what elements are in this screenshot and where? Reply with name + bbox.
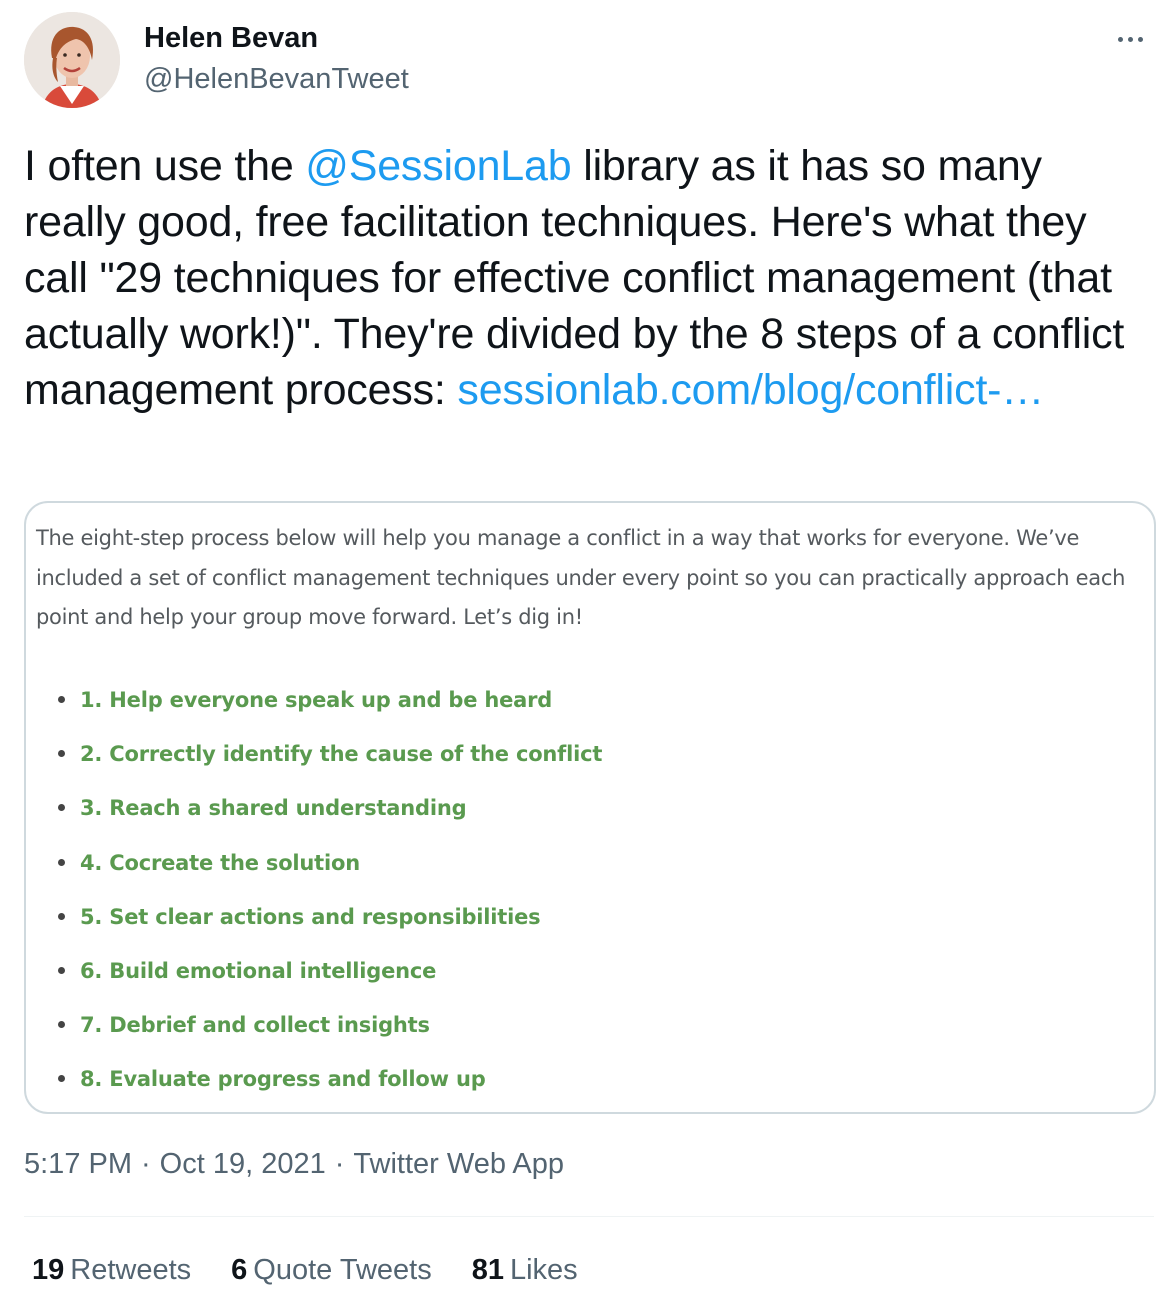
tweet-source[interactable]: Twitter Web App: [353, 1148, 564, 1180]
step-label: 6. Build emotional intelligence: [80, 958, 437, 983]
step-label: 7. Debrief and collect insights: [80, 1013, 430, 1038]
media-image[interactable]: The eight-step process below will help y…: [24, 501, 1156, 1114]
media-steps-list: 1. Help everyone speak up and be heard 2…: [58, 679, 602, 1112]
list-item: 3. Reach a shared understanding: [58, 787, 602, 841]
profile-photo-icon: [24, 12, 120, 108]
quotes-label: Quote Tweets: [253, 1254, 432, 1286]
tweet-text-part: I often use the: [24, 142, 306, 190]
quotes-count: 6: [231, 1254, 248, 1286]
more-icon[interactable]: [1106, 24, 1154, 54]
retweets-count: 19: [32, 1254, 65, 1286]
author-names: Helen Bevan @HelenBevanTweet: [144, 20, 409, 98]
tweet: Helen Bevan @HelenBevanTweet I often use…: [0, 0, 1170, 1310]
bullet-icon: [58, 858, 65, 866]
bullet-icon: [58, 750, 65, 758]
step-label: 4. Cocreate the solution: [80, 850, 360, 875]
list-item: 1. Help everyone speak up and be heard: [58, 679, 602, 733]
more-dot: [1117, 36, 1123, 42]
tweet-time[interactable]: 5:17 PM: [24, 1148, 132, 1180]
url-link[interactable]: sessionlab.com/blog/conflict-…: [457, 366, 1044, 414]
likes-label: Likes: [509, 1254, 578, 1286]
step-label: 2. Correctly identify the cause of the c…: [80, 742, 603, 767]
mention-link[interactable]: @SessionLab: [305, 142, 571, 190]
more-dot: [1127, 36, 1133, 42]
step-label: 3. Reach a shared understanding: [80, 796, 467, 821]
tweet-header: Helen Bevan @HelenBevanTweet: [24, 12, 1154, 108]
step-label: 8. Evaluate progress and follow up: [80, 1067, 486, 1092]
list-item: 4. Cocreate the solution: [58, 842, 602, 896]
bullet-icon: [58, 966, 65, 974]
bullet-icon: [58, 1075, 65, 1083]
step-label: 1. Help everyone speak up and be heard: [80, 688, 553, 712]
list-item: 6. Build emotional intelligence: [58, 950, 602, 1004]
tweet-text: I often use the @SessionLab library as i…: [24, 138, 1149, 418]
media-intro-text: The eight-step process below will help y…: [36, 526, 1126, 629]
bullet-icon: [58, 1021, 65, 1029]
avatar[interactable]: [24, 12, 120, 108]
step-label: 5. Set clear actions and responsibilitie…: [80, 904, 541, 929]
tweet-stats: 19 Retweets 6 Quote Tweets 81 Likes: [32, 1248, 618, 1292]
likes-count: 81: [471, 1254, 504, 1286]
list-item: 5. Set clear actions and responsibilitie…: [58, 896, 602, 950]
tweet-date[interactable]: Oct 19, 2021: [160, 1148, 326, 1180]
author-handle[interactable]: @HelenBevanTweet: [144, 60, 409, 98]
more-dot: [1137, 36, 1143, 42]
divider: [24, 1216, 1154, 1217]
separator: ·: [334, 1148, 345, 1180]
tweet-meta: 5:17 PM · Oct 19, 2021 · Twitter Web App: [24, 1144, 564, 1184]
list-item: 8. Evaluate progress and follow up: [58, 1058, 602, 1112]
likes-stat[interactable]: 81 Likes: [472, 1248, 578, 1292]
separator: ·: [141, 1148, 151, 1180]
bullet-icon: [58, 804, 65, 812]
list-item: 2. Correctly identify the cause of the c…: [58, 733, 602, 787]
retweets-stat[interactable]: 19 Retweets: [32, 1248, 191, 1292]
bullet-icon: [58, 696, 65, 703]
retweets-label: Retweets: [70, 1254, 192, 1286]
bullet-icon: [58, 912, 65, 920]
list-item: 7. Debrief and collect insights: [58, 1004, 602, 1058]
author-display-name[interactable]: Helen Bevan: [144, 20, 409, 56]
quote-tweets-stat[interactable]: 6 Quote Tweets: [231, 1248, 432, 1292]
